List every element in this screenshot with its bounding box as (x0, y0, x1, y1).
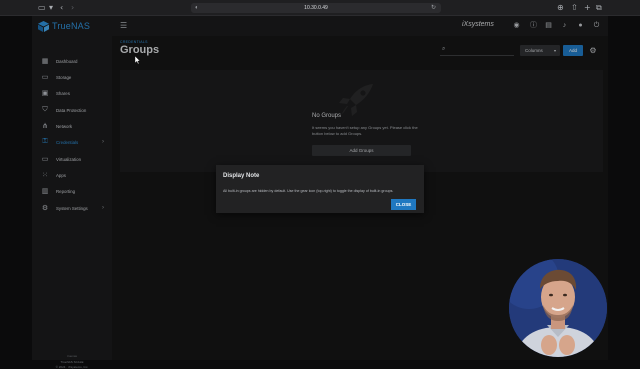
back-icon[interactable]: ‹ (60, 3, 63, 13)
display-note-dialog: Display Note All built-in groups are hid… (216, 165, 424, 213)
presenter-video (509, 259, 607, 357)
sidebar-footer-version: TrueNAS SCALE (60, 360, 84, 364)
new-tab-icon[interactable]: + (584, 3, 591, 13)
presenter-image (509, 259, 607, 357)
download-icon[interactable]: ⊕ (557, 3, 564, 13)
sidebar-toggle-icon[interactable]: ▭ (38, 3, 46, 13)
tab-overview-icon[interactable]: ⧉ (596, 3, 602, 13)
chevron-down-icon[interactable]: ▾ (49, 3, 53, 13)
reload-icon[interactable]: ↻ (431, 3, 436, 13)
close-button[interactable]: CLOSE (391, 199, 416, 210)
address-bar[interactable]: ◐ 10.30.0.49 ↻ (191, 3, 441, 13)
browser-toolbar: ▭ ▾ ‹ › ◐ 10.30.0.49 ↻ ⊕ ⇧ + ⧉ (0, 0, 640, 16)
address-text: 10.30.0.49 (304, 5, 328, 11)
share-icon[interactable]: ⇧ (571, 3, 578, 13)
forward-icon[interactable]: › (71, 3, 74, 13)
mouse-cursor-icon (135, 56, 141, 64)
dialog-title: Display Note (223, 173, 260, 179)
dialog-message: All built-in groups are hidden by defaul… (223, 189, 394, 193)
sidebar-footer-copyright: © 2024 · iXsystems, Inc. (55, 365, 89, 369)
privacy-shield-icon: ◐ (195, 5, 199, 11)
